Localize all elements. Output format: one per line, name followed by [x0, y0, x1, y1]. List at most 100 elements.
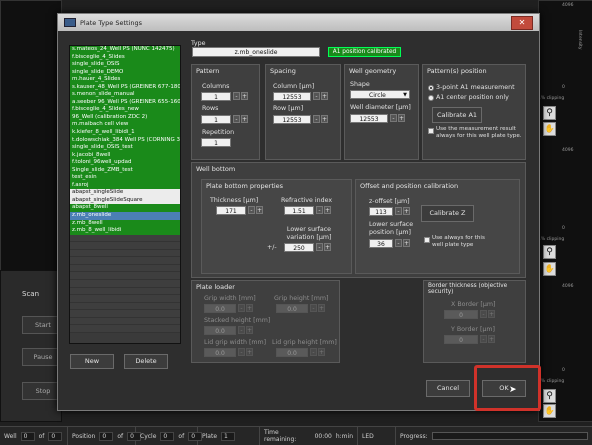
zoffset-increment[interactable]: +: [403, 207, 410, 215]
grip-height-decrement[interactable]: -: [310, 304, 317, 312]
use-always-checkbox[interactable]: [424, 237, 430, 243]
column-spacing-decrement[interactable]: -: [313, 92, 320, 100]
stacked-height-input[interactable]: 0.0: [204, 326, 236, 335]
repetition-input[interactable]: 1: [201, 138, 231, 147]
plate-list-item[interactable]: f.bisceglie_4_Slides: [70, 53, 180, 62]
diameter-decrement[interactable]: -: [390, 114, 397, 122]
thickness-decrement[interactable]: -: [248, 206, 255, 214]
lower-position-increment[interactable]: +: [403, 239, 410, 247]
grip-height-increment[interactable]: +: [318, 304, 325, 312]
variation-increment[interactable]: +: [324, 243, 331, 251]
rows-input[interactable]: 1: [201, 115, 231, 124]
row-spacing-decrement[interactable]: -: [313, 115, 320, 123]
plate-list-item[interactable]: test_esin: [70, 174, 180, 182]
list-scrollbar[interactable]: [180, 46, 181, 343]
stacked-height-increment[interactable]: +: [246, 326, 253, 334]
led-label: LED: [362, 432, 374, 440]
plate-list-item[interactable]: m.hauer_4_Slides: [70, 76, 180, 84]
offset-calibration-panel: Offset and position calibration z-offset…: [355, 179, 520, 274]
lower-position-input[interactable]: 36: [369, 239, 393, 248]
well-diameter-input[interactable]: 12553: [350, 114, 388, 123]
use-measurement-checkbox[interactable]: [428, 128, 434, 134]
columns-decrement[interactable]: -: [233, 92, 240, 100]
center-only-radio[interactable]: [428, 95, 434, 101]
plate-list-item[interactable]: k.kiefer_8_well_libidi_1: [70, 129, 180, 137]
cancel-button[interactable]: Cancel: [426, 380, 470, 397]
y-border-input[interactable]: 0: [444, 335, 478, 344]
diameter-increment[interactable]: +: [398, 114, 405, 122]
y-border-increment[interactable]: +: [488, 335, 495, 343]
zoom-icon[interactable]: ⚲: [543, 245, 556, 259]
thickness-increment[interactable]: +: [256, 206, 263, 214]
hand-icon[interactable]: ✋: [543, 404, 556, 418]
three-point-radio[interactable]: [428, 85, 434, 91]
grip-height-input[interactable]: 0.0: [276, 304, 308, 313]
plate-list-item[interactable]: f.toloni_96well_updad: [70, 159, 180, 167]
status-plate: Plate 1: [198, 427, 260, 445]
plate-list-item[interactable]: k.jacobi_8well: [70, 151, 180, 160]
lid-grip-height-input[interactable]: 0.0: [276, 348, 308, 357]
zoffset-input[interactable]: 113: [369, 207, 393, 216]
plate-list-item[interactable]: m.maibach cell view: [70, 121, 180, 130]
x-border-increment[interactable]: +: [488, 310, 495, 318]
plate-list-item[interactable]: s.kauser_48_Well PS (GREINER 677-180): [70, 83, 180, 92]
shape-select[interactable]: Circle ▼: [350, 90, 410, 99]
hand-icon[interactable]: ✋: [543, 122, 556, 136]
plate-list-item[interactable]: Single_slide_ZMB_test: [70, 166, 180, 175]
lid-grip-width-decrement[interactable]: -: [238, 348, 245, 356]
zoom-icon[interactable]: ⚲: [543, 389, 556, 403]
y-border-decrement[interactable]: -: [480, 335, 487, 343]
lid-grip-width-input[interactable]: 0.0: [204, 348, 236, 357]
rows-decrement[interactable]: -: [233, 115, 240, 123]
columns-increment[interactable]: +: [241, 92, 248, 100]
refractive-decrement[interactable]: -: [316, 206, 323, 214]
plate-list-item[interactable]: abapst_singleSlideSquare: [70, 196, 180, 205]
refractive-input[interactable]: 1.51: [284, 206, 314, 215]
plate-list-item[interactable]: f.bisceglie_4_Slides_new: [70, 106, 180, 114]
variation-input[interactable]: 250: [284, 243, 314, 252]
stacked-height-decrement[interactable]: -: [238, 326, 245, 334]
plate-list-item[interactable]: abapst_singleSlide: [70, 189, 180, 197]
delete-button[interactable]: Delete: [124, 354, 168, 369]
grip-width-increment[interactable]: +: [246, 304, 253, 312]
plate-list-item[interactable]: single_slide_OSIS: [70, 61, 180, 69]
rows-increment[interactable]: +: [241, 115, 248, 123]
type-input[interactable]: z.mb_oneslide: [192, 47, 320, 57]
plate-list-item[interactable]: z.mb_oneslide: [70, 212, 180, 220]
plate-list-item[interactable]: single_slide_DEMO: [70, 68, 180, 77]
columns-input[interactable]: 1: [201, 92, 231, 101]
lid-grip-height-increment[interactable]: +: [318, 348, 325, 356]
lid-grip-width-increment[interactable]: +: [246, 348, 253, 356]
grip-width-decrement[interactable]: -: [238, 304, 245, 312]
calibrate-a1-button[interactable]: Calibrate A1: [432, 107, 482, 123]
variation-decrement[interactable]: -: [316, 243, 323, 251]
zoffset-decrement[interactable]: -: [395, 207, 402, 215]
refractive-increment[interactable]: +: [324, 206, 331, 214]
plate-list-item[interactable]: abapst_8well: [70, 204, 180, 213]
calibrate-z-button[interactable]: Calibrate Z: [421, 205, 474, 222]
plate-type-list[interactable]: s.mateos_24_Well PS (NUNC 142475) f.bisce…: [69, 45, 181, 344]
x-border-decrement[interactable]: -: [480, 310, 487, 318]
row-spacing-increment[interactable]: +: [321, 115, 328, 123]
row-spacing-input[interactable]: 12553: [273, 115, 311, 124]
close-icon[interactable]: ✕: [511, 16, 533, 30]
x-border-input[interactable]: 0: [444, 310, 478, 319]
zoom-icon[interactable]: ⚲: [543, 106, 556, 120]
plate-list-item[interactable]: a.seeber 96_Well PS (GREINER 655-160): [70, 98, 180, 107]
lower-position-decrement[interactable]: -: [395, 239, 402, 247]
column-spacing-increment[interactable]: +: [321, 92, 328, 100]
plate-list-item[interactable]: z.mb_8_well_libidi: [70, 227, 180, 235]
plate-list-item[interactable]: f.asroj: [70, 181, 180, 190]
plate-list-item[interactable]: s.menon_slide_manual: [70, 91, 180, 99]
plate-list-item[interactable]: s.mateos_24_Well PS (NUNC 142475): [70, 46, 180, 54]
lid-grip-height-decrement[interactable]: -: [310, 348, 317, 356]
plate-list-item[interactable]: z.mb_8well: [70, 219, 180, 228]
column-spacing-input[interactable]: 12553: [273, 92, 311, 101]
hand-icon[interactable]: ✋: [543, 262, 556, 276]
plate-list-item[interactable]: 96_Well (calibration ZDC 2): [70, 113, 180, 122]
new-button[interactable]: New: [70, 354, 114, 369]
thickness-input[interactable]: 171: [216, 206, 246, 215]
plate-list-item[interactable]: t.dolowschiak_384 Well PS (CORNING 3): [70, 136, 180, 145]
grip-width-input[interactable]: 0.0: [204, 304, 236, 313]
plate-list-item[interactable]: single_slide_OSIS_test: [70, 144, 180, 152]
